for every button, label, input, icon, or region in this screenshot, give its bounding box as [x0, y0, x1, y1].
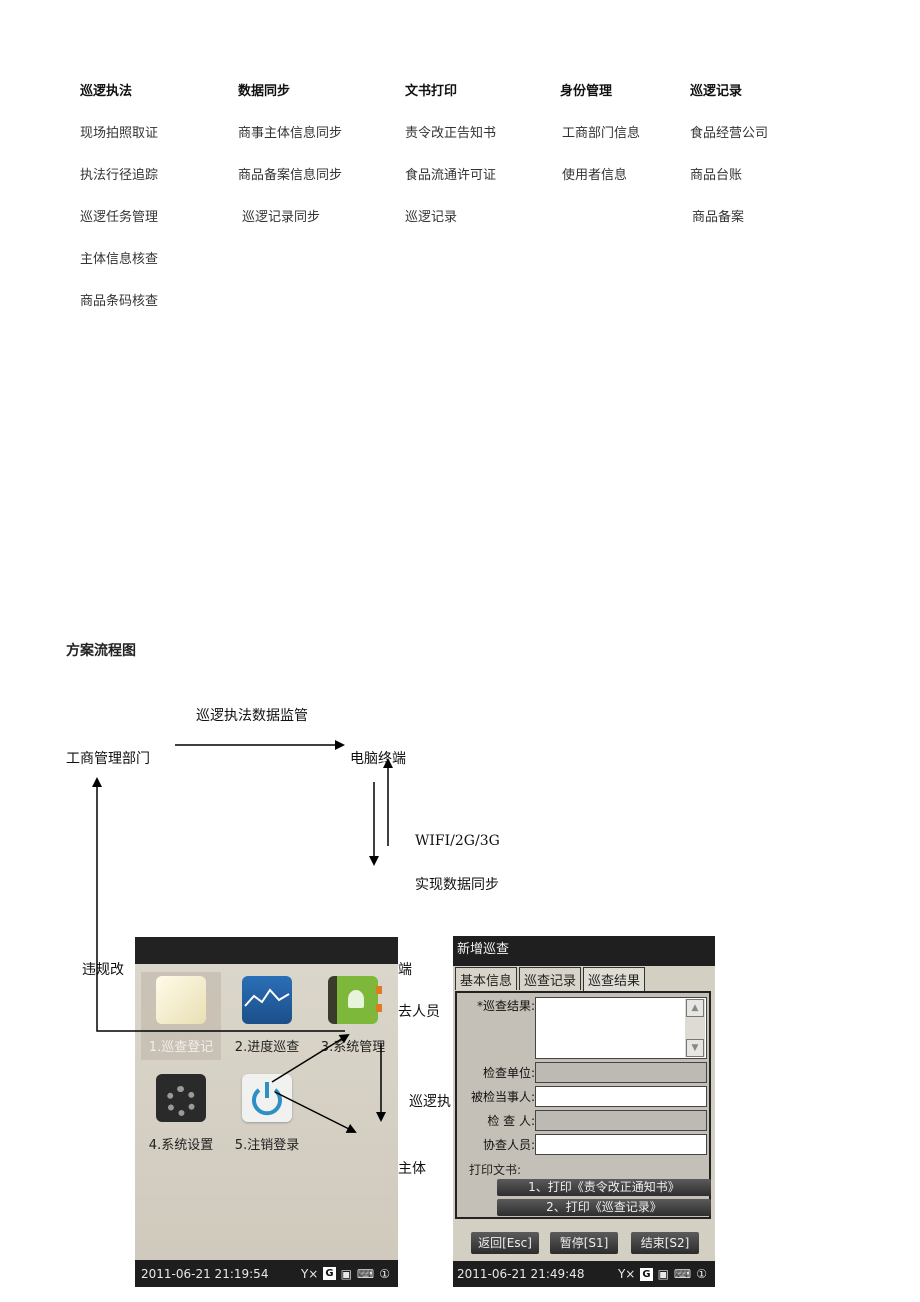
assist-row: 协查人员: [457, 1134, 707, 1155]
column-header: 巡逻执法 [80, 84, 133, 99]
list-item: 现场拍照取证 [80, 126, 159, 141]
list-item: 巡逻任务管理 [80, 210, 159, 225]
menu-tile-settings[interactable]: 4.系统设置 [141, 1070, 221, 1158]
contacts-book-icon [328, 976, 382, 1024]
list-item: 巡逻记录 [405, 210, 458, 225]
result-textarea[interactable]: ▲ ▼ [535, 997, 707, 1059]
list-item: 商品条码核查 [80, 294, 159, 309]
list-item: 商品备案信息同步 [238, 168, 343, 183]
network-g-icon: G [640, 1267, 653, 1281]
scroll-down-icon[interactable]: ▼ [686, 1039, 704, 1057]
list-item: 主体信息核查 [80, 252, 159, 267]
unit-row: 检查单位: [457, 1062, 707, 1083]
flow-label-partial: 去人员 [398, 1004, 440, 1020]
back-button[interactable]: 返回[Esc] [471, 1232, 539, 1254]
flow-label-sync: 实现数据同步 [415, 877, 499, 893]
column-header: 身份管理 [560, 84, 613, 99]
list-item: 食品经营公司 [690, 126, 769, 141]
keyboard-icon[interactable]: ⌨ [357, 1267, 374, 1281]
tab-inspection-result[interactable]: 巡查结果 [583, 967, 646, 992]
unit-label: 检查单位: [482, 1066, 535, 1080]
status-bar: 2011-06-21 21:49:48 Y× G ▣ ⌨ ① [453, 1261, 715, 1287]
phone-new-inspection: 新增巡查 基本信息 巡查记录 巡查结果 *巡查结果: ▲ ▼ 检查单位: 被检当… [453, 936, 715, 1287]
assist-label: 协查人员: [482, 1138, 535, 1152]
flow-label-partial: 端 [398, 962, 412, 978]
status-datetime: 2011-06-21 21:49:48 [457, 1267, 585, 1281]
status-bar: 2011-06-21 21:19:54 Y× G ▣ ⌨ ① [135, 1260, 398, 1287]
menu-tile-logout[interactable]: 5.注销登录 [227, 1070, 307, 1158]
tab-bar: 基本信息 巡查记录 巡查结果 [455, 967, 647, 992]
party-field[interactable] [535, 1086, 707, 1107]
list-item: 食品流通许可证 [405, 168, 497, 183]
sim-icon: ▣ [657, 1267, 669, 1281]
finish-button[interactable]: 结束[S2] [631, 1232, 699, 1254]
signal-icon: Y× [617, 1267, 636, 1281]
flow-label-partial: 违规改 [82, 962, 124, 978]
flow-label-partial: 主体 [398, 1161, 426, 1177]
flow-label-supervision: 巡逻执法数据监管 [196, 708, 308, 724]
result-label: *巡查结果: [476, 999, 535, 1013]
menu-tile-patrol-register[interactable]: 1.巡查登记 [141, 972, 221, 1060]
inspector-field [535, 1110, 707, 1131]
inspector-row: 检 查 人: [457, 1110, 707, 1131]
tile-label: 1.巡查登记 [148, 1040, 214, 1055]
flow-node-department: 工商管理部门 [66, 751, 150, 767]
signal-icon: Y× [300, 1266, 319, 1281]
column-header: 数据同步 [238, 84, 291, 99]
print-record-button[interactable]: 2、打印《巡查记录》 [497, 1199, 711, 1216]
list-item: 责令改正告知书 [405, 126, 497, 141]
list-item: 使用者信息 [562, 168, 628, 183]
sim-icon: ▣ [340, 1266, 352, 1281]
window-title: 新增巡查 [453, 936, 715, 966]
section-title: 方案流程图 [66, 643, 136, 659]
slot-icon: ① [696, 1267, 707, 1281]
print-rectification-button[interactable]: 1、打印《责令改正通知书》 [497, 1179, 711, 1196]
tile-label: 5.注销登录 [234, 1138, 300, 1153]
result-row: *巡查结果: ▲ ▼ [457, 997, 707, 1059]
column-header: 文书打印 [405, 84, 458, 99]
tab-inspection-record[interactable]: 巡查记录 [519, 967, 582, 990]
unit-field [535, 1062, 707, 1083]
print-label: 打印文书: [469, 1163, 522, 1177]
tile-label: 4.系统设置 [148, 1138, 214, 1153]
party-label: 被检当事人: [470, 1090, 535, 1104]
menu-tile-system-manage[interactable]: 3.系统管理 [313, 972, 393, 1060]
flow-label-network: WIFI/2G/3G [415, 833, 500, 849]
inspector-label: 检 查 人: [487, 1114, 535, 1128]
phone-main-menu: 1.巡查登记 2.进度巡查 3.系统管理 4.系统设置 5.注销登录 2011-… [135, 937, 398, 1287]
gear-icon [156, 1074, 206, 1122]
power-icon [242, 1074, 292, 1122]
column-header: 巡逻记录 [690, 84, 743, 99]
assist-field[interactable] [535, 1134, 707, 1155]
list-item: 巡逻记录同步 [242, 210, 321, 225]
list-item: 商事主体信息同步 [238, 126, 343, 141]
network-g-icon: G [323, 1267, 336, 1280]
status-datetime: 2011-06-21 21:19:54 [141, 1266, 269, 1281]
list-item: 商品台账 [690, 168, 743, 183]
tab-basic-info[interactable]: 基本信息 [455, 967, 518, 990]
list-item: 执法行径追踪 [80, 168, 159, 183]
tile-label: 2.进度巡查 [234, 1040, 300, 1055]
flow-node-terminal: 电脑终端 [350, 751, 406, 767]
slot-icon: ① [379, 1266, 390, 1281]
pause-button[interactable]: 暂停[S1] [550, 1232, 618, 1254]
form-panel: *巡查结果: ▲ ▼ 检查单位: 被检当事人: 检 查 人: 协查人员: 打印文… [455, 991, 711, 1219]
scroll-up-icon[interactable]: ▲ [686, 999, 704, 1017]
menu-tile-progress[interactable]: 2.进度巡查 [227, 972, 307, 1060]
notepad-icon [156, 976, 206, 1024]
title-bar [135, 937, 398, 964]
chart-icon [242, 976, 292, 1024]
flow-label-partial: 巡逻执 [409, 1094, 451, 1110]
tile-label: 3.系统管理 [320, 1040, 386, 1055]
list-item: 工商部门信息 [562, 126, 641, 141]
party-row: 被检当事人: [457, 1086, 707, 1107]
list-item: 商品备案 [692, 210, 745, 225]
keyboard-icon[interactable]: ⌨ [674, 1267, 691, 1281]
scrollbar[interactable]: ▲ ▼ [685, 999, 705, 1057]
